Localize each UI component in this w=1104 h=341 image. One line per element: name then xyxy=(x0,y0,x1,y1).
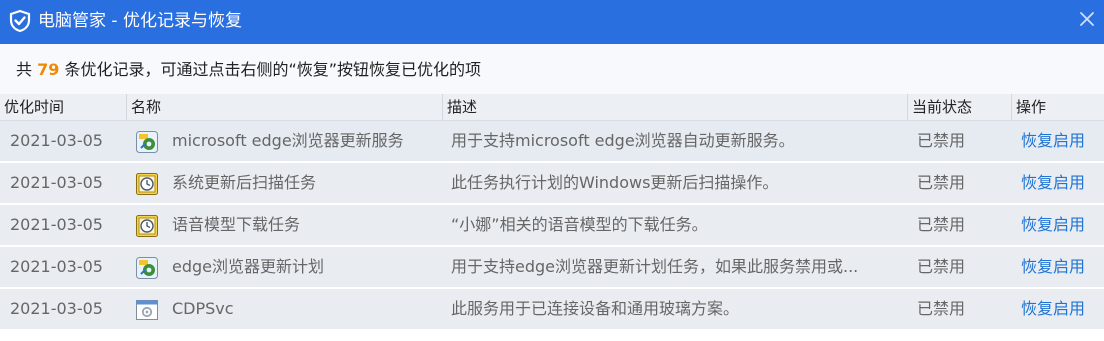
column-header-name[interactable]: 名称 xyxy=(126,94,442,120)
service-gear-icon xyxy=(135,256,159,280)
window-title: 电脑管家 - 优化记录与恢复 xyxy=(38,11,242,31)
row-description: 用于支持microsoft edge浏览器自动更新服务。 xyxy=(451,131,795,150)
service-gear-icon xyxy=(135,130,159,154)
summary-text: 共 79 条优化记录，可通过点击右侧的“恢复”按钮恢复已优化的项 xyxy=(16,60,481,80)
row-date: 2021-03-05 xyxy=(10,131,103,150)
row-name: microsoft edge浏览器更新服务 xyxy=(172,131,404,150)
column-header-desc[interactable]: 描述 xyxy=(442,94,907,120)
close-button[interactable] xyxy=(1074,6,1100,32)
scheduled-task-clock-icon xyxy=(135,214,159,238)
window-service-icon xyxy=(135,298,159,322)
row-date: 2021-03-05 xyxy=(10,299,103,318)
column-header-state[interactable]: 当前状态 xyxy=(907,94,1011,120)
row-description: 用于支持edge浏览器更新计划任务，如果此服务禁用或... xyxy=(451,257,859,276)
summary-prefix: 共 xyxy=(16,60,38,79)
row-state: 已禁用 xyxy=(917,173,966,192)
table-row[interactable]: 2021-03-05 edge浏览器更新计划 用于支持edge浏览器更新计划任务… xyxy=(0,247,1104,289)
column-header-time[interactable]: 优化时间 xyxy=(0,94,126,120)
table-row[interactable]: 2021-03-05 CDPSvc 此服务用于已连接设备和通用玻璃方案。 已禁用… xyxy=(0,289,1104,331)
records-table: 2021-03-05 microsoft edge浏览器更新服务 用于支持mic… xyxy=(0,121,1104,331)
row-state: 已禁用 xyxy=(917,257,966,276)
scheduled-task-clock-icon xyxy=(135,172,159,196)
row-name: CDPSvc xyxy=(172,299,234,318)
restore-enable-link[interactable]: 恢复启用 xyxy=(1021,163,1101,203)
row-description: 此任务执行计划的Windows更新后扫描操作。 xyxy=(451,173,779,192)
title-bar: 电脑管家 - 优化记录与恢复 xyxy=(0,0,1104,44)
restore-enable-link[interactable]: 恢复启用 xyxy=(1021,121,1101,161)
restore-enable-link[interactable]: 恢复启用 xyxy=(1021,289,1101,329)
row-description: “小娜”相关的语音模型的下载任务。 xyxy=(451,215,708,234)
restore-enable-link[interactable]: 恢复启用 xyxy=(1021,247,1101,287)
row-state: 已禁用 xyxy=(917,215,966,234)
row-state: 已禁用 xyxy=(917,299,966,318)
row-description: 此服务用于已连接设备和通用玻璃方案。 xyxy=(451,299,740,318)
table-header: 优化时间 名称 描述 当前状态 操作 xyxy=(0,94,1104,121)
shield-logo-icon xyxy=(8,9,32,33)
row-date: 2021-03-05 xyxy=(10,173,103,192)
row-date: 2021-03-05 xyxy=(10,215,103,234)
row-name: 系统更新后扫描任务 xyxy=(172,173,317,192)
record-count: 79 xyxy=(37,60,60,79)
table-row[interactable]: 2021-03-05 microsoft edge浏览器更新服务 用于支持mic… xyxy=(0,121,1104,163)
row-state: 已禁用 xyxy=(917,131,966,150)
table-row[interactable]: 2021-03-05 语音模型下载任务 “小娜”相关的语音模型的下载任务。 已禁… xyxy=(0,205,1104,247)
summary-bar: 共 79 条优化记录，可通过点击右侧的“恢复”按钮恢复已优化的项 xyxy=(0,44,1104,95)
row-date: 2021-03-05 xyxy=(10,257,103,276)
row-name: 语音模型下载任务 xyxy=(172,215,301,234)
close-icon xyxy=(1080,12,1094,26)
column-header-action[interactable]: 操作 xyxy=(1011,94,1104,120)
row-name: edge浏览器更新计划 xyxy=(172,257,325,276)
table-row[interactable]: 2021-03-05 系统更新后扫描任务 此任务执行计划的Windows更新后扫… xyxy=(0,163,1104,205)
summary-suffix: 条优化记录，可通过点击右侧的“恢复”按钮恢复已优化的项 xyxy=(59,60,482,79)
restore-enable-link[interactable]: 恢复启用 xyxy=(1021,205,1101,245)
